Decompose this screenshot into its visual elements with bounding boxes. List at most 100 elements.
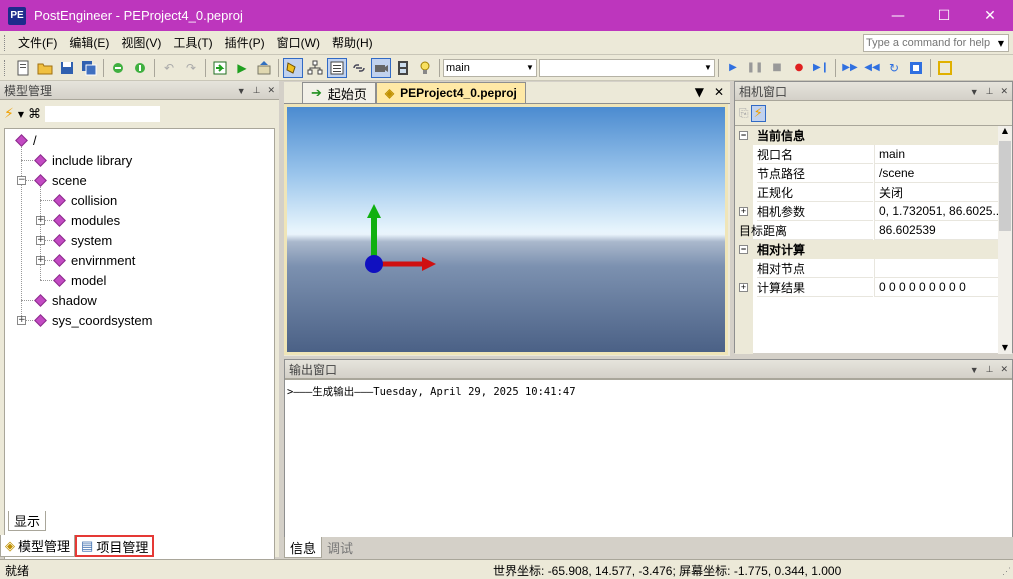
link-icon[interactable] (349, 58, 369, 78)
command-input[interactable] (864, 37, 994, 49)
menu-grip[interactable] (4, 34, 8, 51)
property-value[interactable] (874, 259, 998, 278)
expand-icon[interactable]: + (739, 283, 748, 292)
binoculars-icon[interactable]: ⌘ (28, 107, 41, 122)
property-value[interactable]: main (874, 145, 998, 164)
tab-debug[interactable]: 调试 (322, 537, 358, 558)
record-icon[interactable]: ● (789, 58, 809, 78)
dropdown-icon[interactable]: ▼ (237, 86, 246, 96)
camera-window-icon[interactable] (371, 57, 391, 78)
scroll-up-icon[interactable]: ▲ (998, 126, 1012, 135)
property-row[interactable]: + 相机参数 0, 1.732051, 86.6025... (735, 202, 998, 221)
tree-node[interactable]: collision (53, 190, 117, 210)
new-file-icon[interactable] (13, 58, 33, 78)
toolbar-grip[interactable] (4, 59, 8, 76)
dropdown-icon[interactable]: ▼ (970, 365, 979, 375)
resize-grip-icon[interactable]: ⋰ (1002, 566, 1011, 577)
minimize-button[interactable]: — (875, 0, 921, 31)
compile-icon[interactable] (108, 58, 128, 78)
chevron-down-icon[interactable]: ▼ (702, 63, 714, 72)
property-value[interactable]: /scene (874, 164, 998, 183)
pin-icon[interactable]: ⊥ (986, 86, 994, 97)
scroll-down-icon[interactable]: ▼ (998, 343, 1012, 352)
copy-icon[interactable]: ⎘ (739, 106, 749, 121)
dropdown-icon[interactable]: ▼ (970, 87, 979, 97)
tree-node[interactable]: / (15, 130, 37, 150)
expand-icon[interactable]: + (36, 256, 45, 265)
property-value[interactable]: 86.602539 (874, 221, 998, 240)
tab-info[interactable]: 信息 (284, 537, 323, 558)
save-icon[interactable] (57, 58, 77, 78)
expand-icon[interactable]: + (36, 236, 45, 245)
expand-icon[interactable]: + (36, 216, 45, 225)
output-text[interactable]: >———生成输出———Tuesday, April 29, 2025 10:41… (285, 379, 1012, 537)
step-forward-icon[interactable]: ▶❙ (811, 58, 831, 78)
property-value[interactable]: 0 0 0 0 0 0 0 0 0 (874, 278, 998, 297)
tab-start-page[interactable]: ➔ 起始页 (302, 82, 376, 103)
menu-tools[interactable]: 工具(T) (167, 34, 218, 51)
menu-plugins[interactable]: 插件(P) (219, 34, 271, 51)
import-icon[interactable] (210, 58, 230, 78)
3d-viewport[interactable] (284, 104, 728, 355)
close-icon[interactable]: ✕ (714, 85, 724, 99)
menu-view[interactable]: 视图(V) (115, 34, 167, 51)
pin-icon[interactable]: ⊥ (986, 364, 994, 375)
chevron-down-icon[interactable]: ▼ (994, 39, 1008, 48)
tab-model-manager[interactable]: ◈ 模型管理 (0, 535, 76, 557)
run-icon[interactable]: ▶ (232, 58, 252, 78)
tree-node[interactable]: sys_coordsystem (34, 310, 152, 330)
menu-file[interactable]: 文件(F) (12, 34, 63, 51)
collapse-icon[interactable]: − (739, 131, 748, 140)
window-icon[interactable] (906, 58, 926, 78)
model-manager-icon[interactable] (283, 57, 303, 78)
menu-window[interactable]: 窗口(W) (271, 34, 326, 51)
close-icon[interactable]: ✕ (267, 85, 275, 96)
lightning-icon[interactable]: ⚡ (4, 106, 14, 122)
property-scrollbar[interactable]: ▲ ▼ (998, 126, 1012, 354)
tree-node[interactable]: scene (34, 170, 87, 190)
tree-node[interactable]: system (53, 230, 112, 250)
tab-show[interactable]: 显示 (8, 511, 46, 531)
refresh-icon[interactable]: ↻ (884, 58, 904, 78)
stop-icon[interactable]: ■ (767, 58, 787, 78)
menu-help[interactable]: 帮助(H) (326, 34, 379, 51)
scroll-thumb[interactable] (999, 141, 1011, 231)
expand-icon[interactable]: + (739, 207, 748, 216)
close-icon[interactable]: ✕ (1000, 86, 1008, 97)
deploy-icon[interactable] (254, 58, 274, 78)
property-value[interactable]: 关闭 (874, 183, 998, 202)
tree-node[interactable]: modules (53, 210, 120, 230)
tree-node[interactable]: envirnment (53, 250, 135, 270)
pin-icon[interactable]: ⊥ (253, 85, 261, 96)
undo-icon[interactable]: ↶ (159, 58, 179, 78)
tab-project-manager[interactable]: ▤ 项目管理 (75, 535, 155, 557)
rewind-icon[interactable]: ◀◀ (862, 58, 882, 78)
open-folder-icon[interactable] (35, 58, 55, 78)
property-row[interactable]: 目标距离 86.602539 (735, 221, 998, 240)
menu-edit[interactable]: 编辑(E) (63, 34, 115, 51)
property-row[interactable]: 正规化 关闭 (735, 183, 998, 202)
close-button[interactable]: ✕ (967, 0, 1013, 31)
property-row[interactable]: 节点路径/scene (735, 164, 998, 183)
expand-icon[interactable]: + (17, 316, 26, 325)
camera-select[interactable]: main ▼ (443, 58, 537, 77)
chevron-down-icon[interactable]: ▼ (18, 110, 24, 119)
save-all-icon[interactable] (79, 58, 99, 78)
pause-icon[interactable]: ❚❚ (745, 58, 765, 78)
fast-forward-icon[interactable]: ▶▶ (840, 58, 860, 78)
model-search-input[interactable] (45, 106, 160, 122)
close-icon[interactable]: ✕ (1000, 364, 1008, 375)
redo-icon[interactable]: ↷ (181, 58, 201, 78)
property-row[interactable]: 相对节点 (735, 259, 998, 278)
property-row[interactable]: + 计算结果 0 0 0 0 0 0 0 0 0 (735, 278, 998, 297)
frame-icon[interactable] (935, 58, 955, 78)
chevron-down-icon[interactable]: ▼ (524, 63, 536, 72)
lightbulb-icon[interactable] (415, 58, 435, 78)
collapse-icon[interactable]: − (739, 245, 748, 254)
lightning-icon[interactable]: ⚡ (750, 104, 766, 122)
film-icon[interactable] (393, 58, 413, 78)
property-category[interactable]: − 当前信息 (735, 126, 998, 145)
properties-icon[interactable] (327, 57, 347, 78)
tree-node[interactable]: model (53, 270, 106, 290)
target-select[interactable]: ▼ (539, 58, 715, 77)
